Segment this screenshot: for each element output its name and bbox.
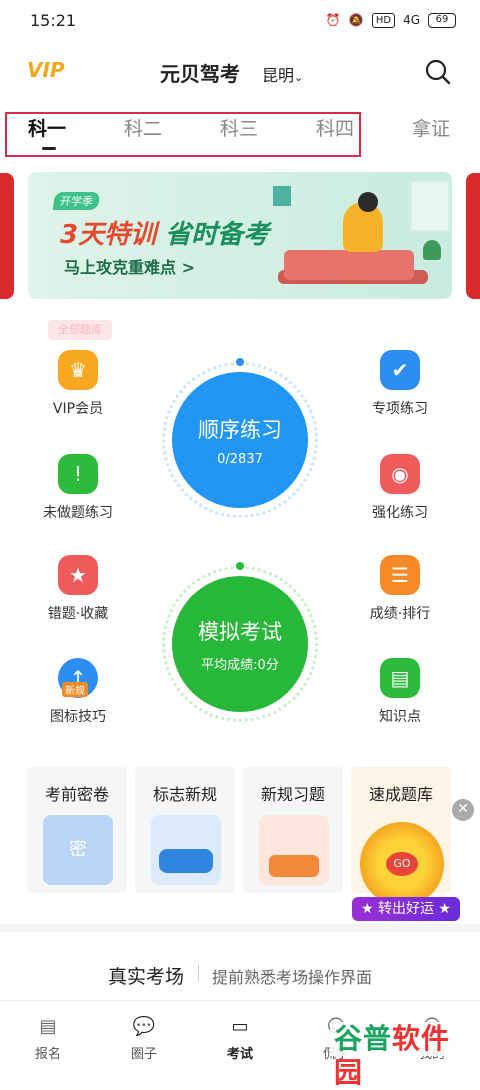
lamp-illustration xyxy=(273,186,291,206)
card-title: 速成题库 xyxy=(368,785,433,804)
vip-hint-tag: 全部题库 xyxy=(48,320,112,340)
status-time: 15:21 xyxy=(30,10,77,30)
nav-circle[interactable]: 💬 圈子 xyxy=(109,1013,179,1063)
app-title: 元贝驾考 xyxy=(160,62,240,86)
nav-label: 考试 xyxy=(226,1047,253,1062)
lucky-wheel-icon[interactable]: GO xyxy=(360,822,444,906)
practice-ring-dot xyxy=(236,358,244,366)
document-icon: ▤ xyxy=(39,1015,57,1037)
wallet-icon: ▭ xyxy=(231,1015,249,1037)
city-selector[interactable]: 昆明⌄ xyxy=(262,62,303,86)
vip-member-label: VIP会员 xyxy=(52,401,104,417)
banner-headline: 3天特训 省时备考 xyxy=(60,220,270,250)
target-icon: ◉ xyxy=(380,454,420,494)
promo-banner[interactable]: 开学季 3天特训 省时备考 马上攻克重难点 > xyxy=(28,172,452,299)
close-icon[interactable]: ✕ xyxy=(452,799,474,821)
banner-next-peek[interactable] xyxy=(466,173,480,299)
vip-logo-button[interactable]: VIP xyxy=(27,58,65,82)
banner-tag: 开学季 xyxy=(52,192,101,210)
hd-icon: HD xyxy=(371,12,396,28)
clipboard-icon: ✔ xyxy=(380,350,420,390)
banner-prev-peek[interactable] xyxy=(0,173,14,299)
mistakes-favorites-button[interactable]: ★ 错题·收藏 xyxy=(23,555,133,623)
chat-icon: 💬 xyxy=(132,1015,156,1037)
highlight-box xyxy=(5,112,361,157)
unanswered-practice-label: 未做题练习 xyxy=(43,505,113,521)
chevron-down-icon: ⌄ xyxy=(294,71,304,84)
sequential-practice-progress: 0/2837 xyxy=(217,451,263,467)
exam-ring-dot xyxy=(236,562,244,570)
exclamation-icon: ! xyxy=(58,454,98,494)
list-icon: ☰ xyxy=(380,555,420,595)
plant-illustration xyxy=(423,240,441,260)
unanswered-practice-button[interactable]: ! 未做题练习 xyxy=(23,454,133,522)
student-head-illustration xyxy=(358,192,378,212)
sequential-practice-button[interactable]: 顺序练习 0/2837 xyxy=(172,372,308,508)
sequential-practice-title: 顺序练习 xyxy=(198,417,282,442)
sign-tips-label: 图标技巧 xyxy=(50,709,106,725)
scores-ranking-button[interactable]: ☰ 成绩·排行 xyxy=(345,555,455,623)
card-new-rules-exercises[interactable]: 新规习题 xyxy=(243,767,343,893)
real-exam-subtitle: 提前熟悉考场操作界面 xyxy=(212,968,373,987)
vip-member-button[interactable]: ♛ VIP会员 xyxy=(23,350,133,418)
car-body-illustration xyxy=(159,849,213,873)
alarm-icon: ⏰ xyxy=(325,13,341,27)
book-icon: ▤ xyxy=(380,658,420,698)
mute-icon: 🔕 xyxy=(348,13,364,27)
card-new-signs[interactable]: 标志新规 xyxy=(135,767,235,893)
watermark: 谷普软件园 xyxy=(330,1022,480,1089)
city-name: 昆明 xyxy=(262,66,295,85)
books-illustration xyxy=(284,250,414,280)
mistakes-favorites-label: 错题·收藏 xyxy=(47,606,109,622)
envelope-icon: 密 xyxy=(43,815,113,885)
mock-exam-average: 平均成绩:0分 xyxy=(201,657,279,673)
card-title: 新规习题 xyxy=(260,785,325,804)
nav-label: 圈子 xyxy=(130,1047,157,1062)
special-practice-label: 专项练习 xyxy=(372,401,428,417)
special-practice-button[interactable]: ✔ 专项练习 xyxy=(345,350,455,418)
signal-icon: 4G xyxy=(403,13,420,27)
nav-label: 报名 xyxy=(34,1047,61,1062)
banner-subtitle: 马上攻克重难点 > xyxy=(64,258,195,277)
tab-license[interactable]: 拿证 xyxy=(412,114,450,141)
crown-icon: ♛ xyxy=(58,350,98,390)
spin-luck-button[interactable]: ★ 转出好运 ★ xyxy=(352,897,460,921)
mock-exam-title: 模拟考试 xyxy=(198,619,282,644)
intensive-practice-button[interactable]: ◉ 强化练习 xyxy=(345,454,455,522)
mock-exam-button[interactable]: 模拟考试 平均成绩:0分 xyxy=(172,576,308,712)
knowledge-points-button[interactable]: ▤ 知识点 xyxy=(345,658,455,726)
books-illustration xyxy=(269,855,319,877)
search-icon[interactable] xyxy=(425,59,451,85)
card-title: 标志新规 xyxy=(152,785,217,804)
upload-icon: ↑ 新规 xyxy=(58,658,98,698)
status-bar: 15:21 ⏰ 🔕 HD 4G 69 xyxy=(0,0,480,40)
window-illustration xyxy=(410,180,450,232)
divider xyxy=(198,964,199,982)
sign-tips-button[interactable]: ↑ 新规 图标技巧 xyxy=(23,658,133,726)
top-bar: VIP 元贝驾考 昆明⌄ xyxy=(0,46,480,98)
star-icon: ★ xyxy=(58,555,98,595)
section-divider xyxy=(0,924,480,932)
nav-exam[interactable]: ▭ 考试 xyxy=(205,1013,275,1063)
knowledge-points-label: 知识点 xyxy=(379,709,421,725)
new-rules-badge: 新规 xyxy=(62,682,88,697)
nav-register[interactable]: ▤ 报名 xyxy=(13,1013,83,1063)
real-exam-title[interactable]: 真实考场 xyxy=(108,962,184,989)
card-secret-papers[interactable]: 考前密卷 密 xyxy=(27,767,127,893)
card-title: 考前密卷 xyxy=(44,785,109,804)
book-stack-icon xyxy=(259,815,329,885)
scores-ranking-label: 成绩·排行 xyxy=(369,606,431,622)
car-icon xyxy=(151,815,221,885)
intensive-practice-label: 强化练习 xyxy=(372,505,428,521)
go-button[interactable]: GO xyxy=(386,852,418,876)
battery-icon: 69 xyxy=(428,12,456,28)
status-icons: ⏰ 🔕 HD 4G 69 xyxy=(325,12,456,28)
